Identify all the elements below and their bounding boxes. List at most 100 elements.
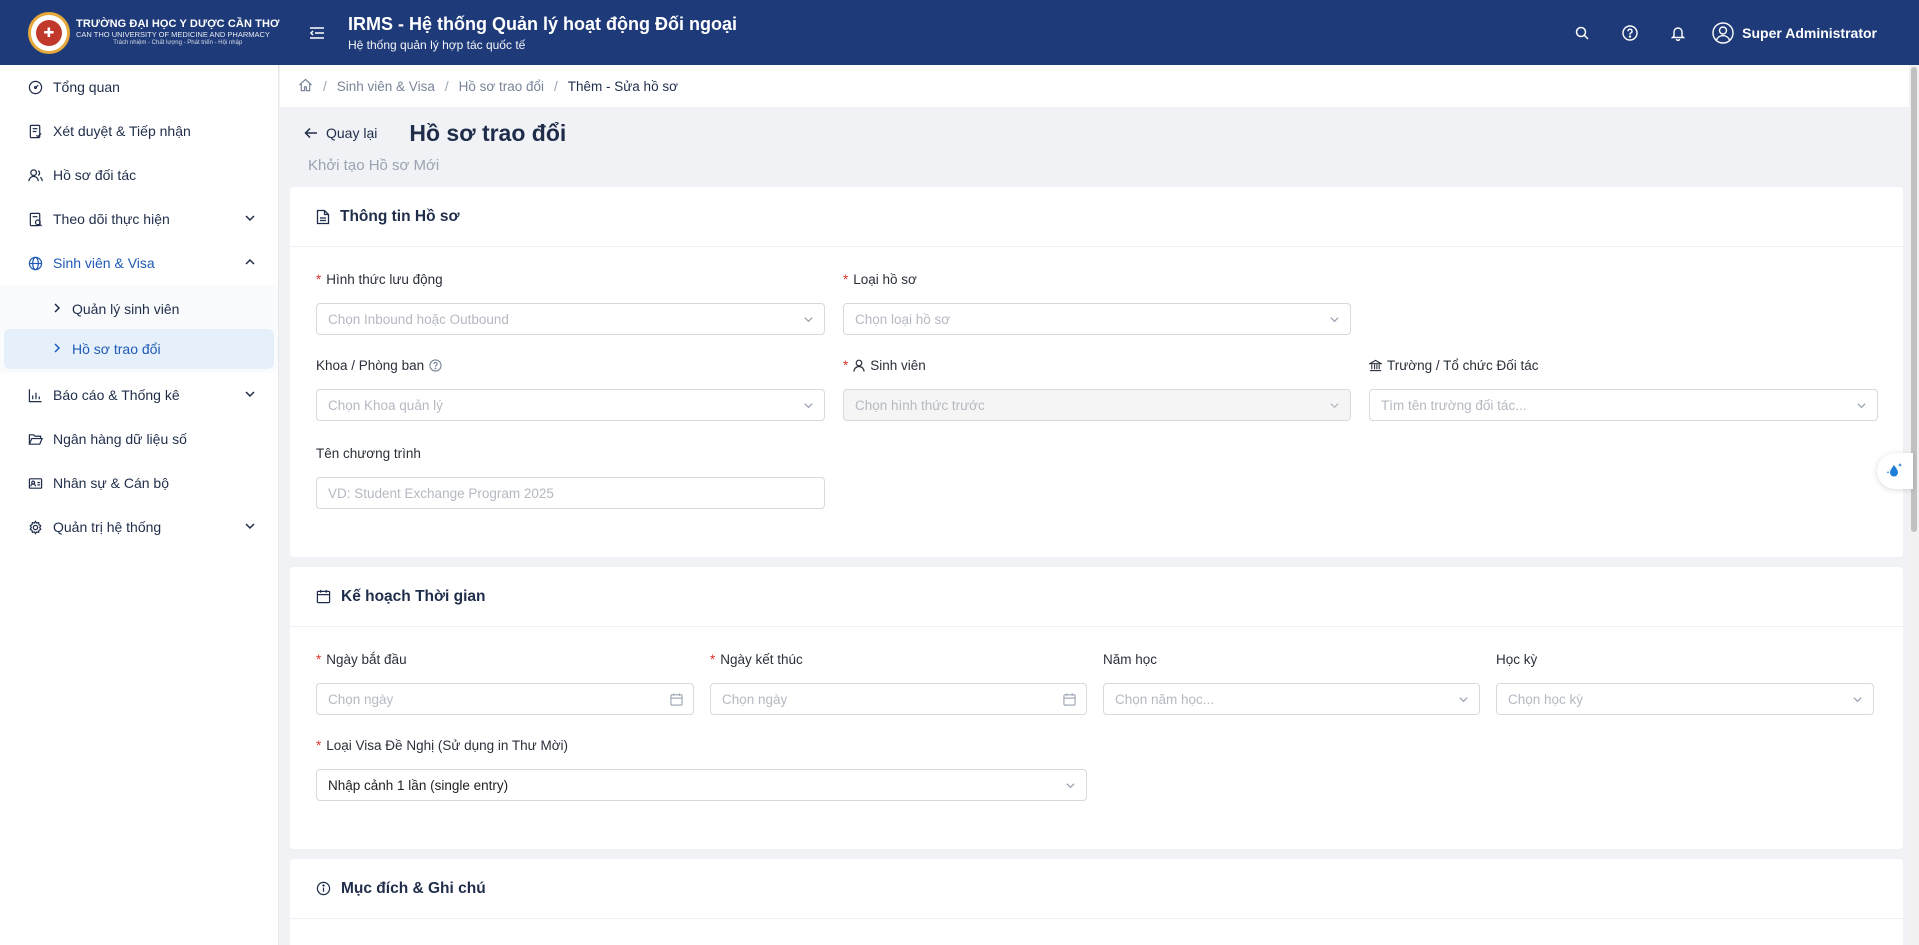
user-avatar-icon (1712, 21, 1734, 44)
institution-icon (1369, 359, 1382, 372)
chevron-right-icon (52, 301, 62, 317)
program-name-field: Tên chương trình VD: Student Exchange Pr… (316, 443, 825, 509)
academic-year-field: Năm học Chọn năm học... (1103, 649, 1480, 715)
document-icon (316, 209, 330, 225)
menu-toggle-icon[interactable] (302, 18, 332, 48)
sidebar-item-reports[interactable]: Báo cáo & Thống kê (0, 373, 278, 417)
sidebar-subitem-exchange-profiles[interactable]: Hồ sơ trao đổi (4, 329, 274, 369)
schedule-card: Kế hoạch Thời gian * Ngày bắt đầu Chọn ng… (290, 567, 1903, 849)
sidebar-item-label: Báo cáo & Thống kê (53, 387, 180, 403)
student-field: * Sinh viên Chọn hình thức trước (843, 355, 1351, 421)
sidebar-item-label: Sinh viên & Visa (53, 255, 155, 271)
student-select[interactable]: Chọn hình thức trước (843, 389, 1351, 421)
bell-icon[interactable] (1654, 9, 1702, 57)
chevron-down-icon (1065, 780, 1076, 791)
end-date-field: * Ngày kết thúc Chọn ngày (710, 649, 1087, 715)
calendar-icon (670, 692, 683, 706)
back-button[interactable]: Quay lại (304, 125, 377, 141)
bar-chart-icon (27, 387, 43, 403)
semester-select[interactable]: Chọn học kỳ (1496, 683, 1874, 715)
sidebar: Tổng quan Xét duyệt & Tiếp nhận Hồ sơ đố… (0, 65, 279, 945)
program-name-input[interactable]: VD: Student Exchange Program 2025 (316, 477, 825, 509)
chevron-down-icon (1852, 694, 1863, 705)
assistant-float-button[interactable] (1877, 453, 1913, 489)
breadcrumb-current: Thêm - Sửa hồ sơ (567, 78, 678, 94)
logo-line-2: CAN THO UNIVERSITY OF MEDICINE AND PHARM… (76, 30, 270, 40)
partner-icon (27, 167, 43, 183)
chevron-up-icon (244, 255, 256, 271)
academic-year-select[interactable]: Chọn năm học... (1103, 683, 1480, 715)
logo-emblem: ✚ (28, 11, 70, 54)
sidebar-item-overview[interactable]: Tổng quan (0, 65, 278, 109)
help-icon[interactable] (1606, 9, 1654, 57)
user-name: Super Administrator (1742, 24, 1877, 41)
id-card-icon (27, 475, 43, 491)
top-header: ✚ TRƯỜNG ĐẠI HỌC Y DƯỢC CẦN THƠ CAN THO … (0, 0, 1919, 65)
home-icon[interactable] (298, 78, 313, 95)
sidebar-item-staff[interactable]: Nhân sự & Cán bộ (0, 461, 278, 505)
sidebar-item-students-visa[interactable]: Sinh viên & Visa (0, 241, 278, 285)
start-date-picker[interactable]: Chọn ngày (316, 683, 694, 715)
breadcrumb-exchange-profiles[interactable]: Hồ sơ trao đổi (459, 79, 544, 94)
section-title: Thông tin Hồ sơ (340, 207, 460, 225)
sidebar-item-label: Quản trị hệ thống (53, 519, 162, 535)
faculty-placeholder: Chọn Khoa quản lý (328, 397, 443, 413)
sidebar-item-label: Ngân hàng dữ liệu số (53, 431, 187, 447)
end-date-placeholder: Chọn ngày (722, 691, 788, 707)
page-scrollbar[interactable] (1909, 65, 1919, 945)
start-date-label: Ngày bắt đầu (326, 651, 407, 667)
help-circle-icon[interactable] (429, 358, 442, 372)
user-menu[interactable]: Super Administrator (1712, 21, 1877, 44)
sparkle-drop-icon (1886, 463, 1902, 477)
chevron-right-icon (52, 341, 62, 357)
calendar-icon (1063, 692, 1076, 706)
breadcrumb: / Sinh viên & Visa / Hồ sơ trao đổi / Th… (280, 65, 1919, 107)
end-date-picker[interactable]: Chọn ngày (710, 683, 1087, 715)
semester-field: Học kỳ Chọn học kỳ (1496, 649, 1874, 715)
sidebar-item-label: Tổng quan (53, 79, 120, 95)
faculty-label: Khoa / Phòng ban (316, 357, 425, 373)
partner-search-select[interactable]: Tìm tên trường đối tác... (1369, 389, 1878, 421)
faculty-field: Khoa / Phòng ban Chọn Khoa quản lý (316, 355, 825, 421)
sidebar-item-system-admin[interactable]: Quản trị hệ thống (0, 505, 278, 549)
start-date-placeholder: Chọn ngày (328, 691, 394, 707)
mobility-placeholder: Chọn Inbound hoặc Outbound (328, 311, 509, 327)
faculty-select[interactable]: Chọn Khoa quản lý (316, 389, 825, 421)
academic-year-label: Năm học (1103, 651, 1158, 667)
start-date-field: * Ngày bắt đầu Chọn ngày (316, 649, 694, 715)
dashboard-icon (27, 79, 43, 95)
chevron-down-icon (244, 387, 256, 403)
mobility-label: Hình thức lưu động (326, 271, 443, 287)
sidebar-subitem-label: Hồ sơ trao đổi (72, 341, 161, 357)
profile-type-field: * Loại hồ sơ Chọn loại hồ sơ (843, 269, 1351, 335)
university-logo[interactable]: ✚ TRƯỜNG ĐẠI HỌC Y DƯỢC CẦN THƠ CAN THO … (0, 0, 280, 65)
clipboard-check-icon (27, 123, 43, 139)
profile-type-select[interactable]: Chọn loại hồ sơ (843, 303, 1351, 335)
partner-field: Trường / Tổ chức Đối tác Tìm tên trường … (1369, 355, 1878, 421)
chevron-down-icon (1329, 400, 1340, 411)
page-subtitle: Khởi tạo Hồ sơ Mới (308, 157, 440, 174)
chevron-down-icon (803, 314, 814, 325)
chevron-down-icon (1458, 694, 1469, 705)
sidebar-subitem-student-management[interactable]: Quản lý sinh viên (4, 289, 274, 329)
academic-year-placeholder: Chọn năm học... (1115, 691, 1215, 707)
sidebar-item-label: Nhân sự & Cán bộ (53, 475, 169, 491)
sidebar-item-label: Hồ sơ đối tác (53, 167, 137, 183)
calendar-icon (316, 589, 331, 604)
visa-type-label: Loại Visa Đề Nghị (Sử dụng in Thư Mời) (326, 737, 569, 753)
sidebar-item-label: Theo dõi thực hiện (53, 211, 170, 227)
logo-line-3: Trách nhiệm - Chất lượng - Phát triển - … (113, 39, 243, 46)
program-name-placeholder: VD: Student Exchange Program 2025 (328, 485, 554, 501)
profile-info-card: Thông tin Hồ sơ * Hình thức lưu động Chọn… (290, 187, 1903, 557)
visa-type-select[interactable]: Nhập cảnh 1 lần (single entry) (316, 769, 1087, 801)
search-icon[interactable] (1558, 9, 1606, 57)
chevron-down-icon (1329, 314, 1340, 325)
sidebar-item-review[interactable]: Xét duyệt & Tiếp nhận (0, 109, 278, 153)
mobility-select[interactable]: Chọn Inbound hoặc Outbound (316, 303, 825, 335)
end-date-label: Ngày kết thúc (720, 651, 803, 667)
sidebar-item-tracking[interactable]: Theo dõi thực hiện (0, 197, 278, 241)
sidebar-item-data-bank[interactable]: Ngân hàng dữ liệu số (0, 417, 278, 461)
chevron-down-icon (1856, 400, 1867, 411)
sidebar-item-partners[interactable]: Hồ sơ đối tác (0, 153, 278, 197)
breadcrumb-students-visa[interactable]: Sinh viên & Visa (337, 79, 435, 94)
